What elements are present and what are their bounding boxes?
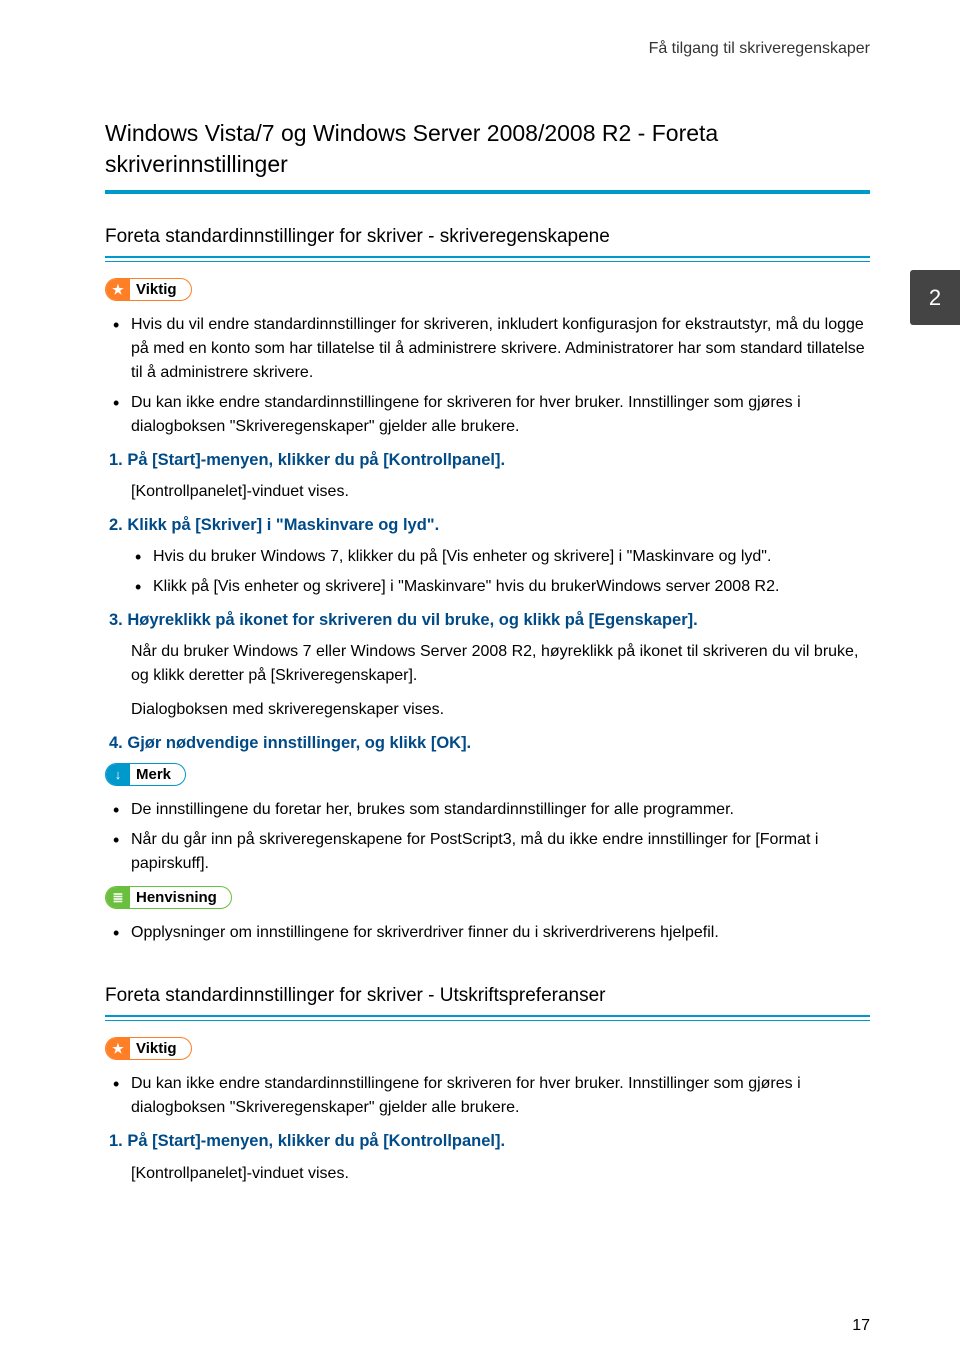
list-item: Når du går inn på skriveregenskapene for… [131,828,870,876]
step-detail: [Kontrollpanelet]-vinduet vises. [131,480,870,504]
viktig-badge: ★ Viktig [105,278,192,301]
list-item: Du kan ikke endre standardinnstillingene… [131,391,870,439]
viktig-list: Du kan ikke endre standardinnstillingene… [105,1072,870,1120]
henvisning-list: Opplysninger om innstillingene for skriv… [105,921,870,945]
list-item: Du kan ikke endre standardinnstillingene… [131,1072,870,1120]
step-2: 2. Klikk på [Skriver] i "Maskinvare og l… [109,514,870,537]
henvisning-badge: ≣ Henvisning [105,886,232,909]
step-3: 3. Høyreklikk på ikonet for skriveren du… [109,609,870,632]
page-number: 17 [852,1317,870,1335]
section-heading: Windows Vista/7 og Windows Server 2008/2… [105,118,870,180]
list-item: Hvis du vil endre standardinnstillinger … [131,313,870,385]
viktig-badge: ★ Viktig [105,1037,192,1060]
step-1: 1. På [Start]-menyen, klikker du på [Kon… [109,449,870,472]
badge-label: Viktig [136,281,177,298]
subsection-heading: Foreta standardinnstillinger for skriver… [105,226,870,248]
star-icon: ★ [106,278,130,301]
star-icon: ★ [106,1037,130,1060]
subsection-heading: Foreta standardinnstillinger for skriver… [105,985,870,1007]
step-detail: Dialogboksen med skriveregenskaper vises… [131,698,870,722]
viktig-list: Hvis du vil endre standardinnstillinger … [105,313,870,439]
merk-list: De innstillingene du foretar her, brukes… [105,798,870,876]
subheading-underline [105,256,870,262]
step-detail: [Kontrollpanelet]-vinduet vises. [131,1162,870,1186]
badge-label: Henvisning [136,889,217,906]
badge-label: Viktig [136,1040,177,1057]
list-item: Hvis du bruker Windows 7, klikker du på … [153,545,870,569]
badge-label: Merk [136,766,171,783]
step-1: 1. På [Start]-menyen, klikker du på [Kon… [109,1130,870,1153]
arrow-down-icon: ↓ [106,763,130,786]
step-2-sublist: Hvis du bruker Windows 7, klikker du på … [105,545,870,599]
list-item: Opplysninger om innstillingene for skriv… [131,921,870,945]
merk-badge: ↓ Merk [105,763,186,786]
running-header: Få tilgang til skriveregenskaper [105,40,870,58]
list-item: De innstillingene du foretar her, brukes… [131,798,870,822]
chapter-tab: 2 [910,270,960,325]
list-icon: ≣ [106,886,130,909]
subheading-underline [105,1015,870,1021]
list-item: Klikk på [Vis enheter og skrivere] i "Ma… [153,575,870,599]
step-detail: Når du bruker Windows 7 eller Windows Se… [131,640,870,688]
heading-underline [105,190,870,194]
step-4: 4. Gjør nødvendige innstillinger, og kli… [109,732,870,755]
